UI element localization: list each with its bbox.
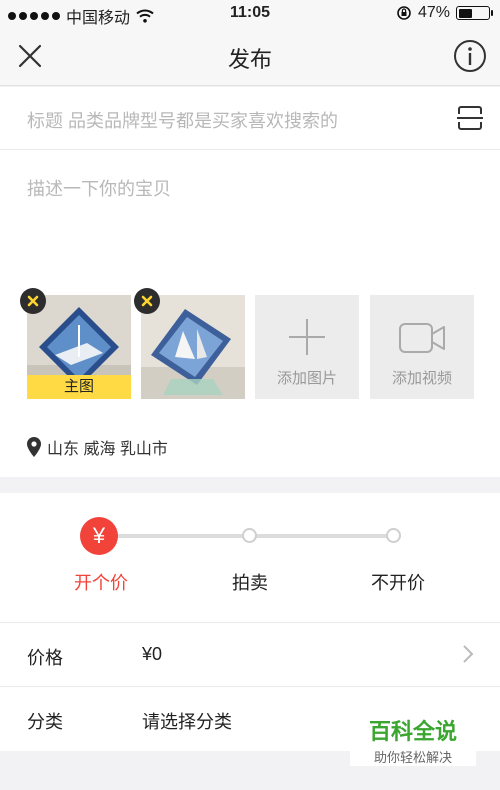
main-image-tag: 主图	[27, 375, 131, 399]
location-row[interactable]: 山东 威海 乳山市	[27, 435, 168, 459]
page-title: 发布	[227, 47, 272, 72]
video-camera-icon	[399, 323, 445, 353]
location-text: 山东 威海 乳山市	[47, 441, 168, 458]
remove-icon	[141, 295, 153, 307]
battery-percent: 47%	[417, 4, 450, 21]
add-video-button[interactable]: 添加视频	[370, 295, 474, 399]
chevron-right-icon	[463, 645, 474, 663]
price-value: ¥0	[142, 644, 163, 664]
price-row[interactable]: 价格 ¥0	[0, 622, 500, 686]
plus-icon	[289, 319, 325, 355]
photo-image	[141, 295, 245, 399]
slider-knob-yuan[interactable]: ¥	[80, 517, 118, 555]
slider-stop-no-price[interactable]	[386, 528, 401, 543]
title-placeholder: 标题 品类品牌型号都是买家喜欢搜索的	[27, 111, 338, 131]
add-image-button[interactable]: 添加图片	[255, 295, 359, 399]
add-image-label: 添加图片	[276, 370, 337, 387]
watermark-slogan: 助你轻松解决	[373, 750, 452, 765]
navigation-bar: 发布	[0, 28, 500, 86]
title-field[interactable]: 标题 品类品牌型号都是买家喜欢搜索的	[0, 87, 500, 150]
battery-fill	[458, 8, 473, 18]
orientation-lock-icon	[397, 6, 411, 20]
watermark-logo: 百科全说 助你轻松解决	[350, 708, 476, 766]
photo-thumbnail[interactable]	[141, 295, 245, 399]
option-make-offer[interactable]: 开个价	[74, 569, 128, 595]
category-label: 分类	[27, 712, 63, 732]
location-pin-icon	[27, 437, 41, 457]
option-auction[interactable]: 拍卖	[232, 569, 268, 595]
remove-photo-button[interactable]	[20, 288, 46, 314]
option-no-price[interactable]: 不开价	[371, 569, 425, 595]
description-field[interactable]: 描述一下你的宝贝	[27, 175, 171, 201]
remove-photo-button[interactable]	[134, 288, 160, 314]
watermark-brand: 百科全说	[368, 719, 457, 744]
scan-icon[interactable]	[456, 104, 484, 132]
item-form: 标题 品类品牌型号都是买家喜欢搜索的 描述一下你的宝贝 主图 添加图片 添加视频…	[0, 87, 500, 477]
info-icon[interactable]	[452, 38, 488, 74]
price-label: 价格	[27, 648, 63, 668]
status-bar: 中国移动 11:05 47%	[0, 0, 500, 28]
category-value: 请选择分类	[142, 712, 232, 732]
add-video-label: 添加视频	[391, 370, 452, 387]
photo-thumbnail-main[interactable]: 主图	[27, 295, 131, 399]
slider-stop-auction[interactable]	[242, 528, 257, 543]
battery-icon	[456, 6, 493, 20]
remove-icon	[27, 295, 39, 307]
